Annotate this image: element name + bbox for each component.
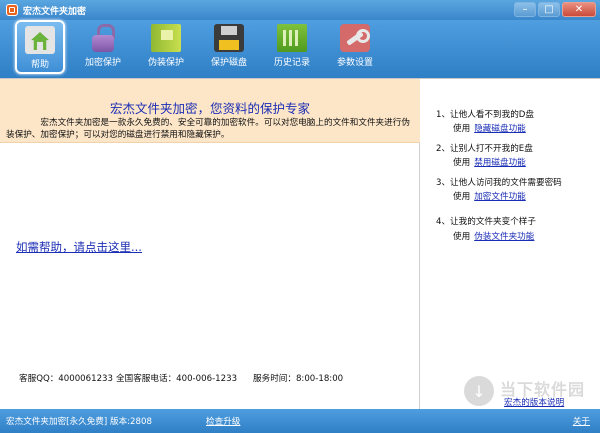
contact-qq: 客服QQ：4000061233 <box>19 374 113 384</box>
intro-title: 宏杰文件夹加密，您资料的保护专家 <box>109 101 310 116</box>
tip-link-disable-disk[interactable]: 禁用磁盘功能 <box>474 158 526 168</box>
tip-use-line: 使用 加密文件功能 <box>453 190 526 202</box>
maximize-button[interactable]: □ <box>538 2 560 17</box>
lock-icon <box>88 24 118 52</box>
tab-help[interactable]: 帮助 <box>10 20 70 76</box>
tip-question: 4、让我的文件夹变个样子 <box>436 217 536 227</box>
tip-question: 3、让他人访问我的文件需要密码 <box>436 178 562 188</box>
main-area: 宏杰文件夹加密，您资料的保护专家 宏杰文件夹加密是一款永久免费的、安全可靠的加密… <box>0 78 600 410</box>
tip-question: 1、让他人看不到我的D盘 <box>436 110 535 120</box>
check-update-link[interactable]: 检查升级 <box>206 415 240 427</box>
tip-link-disguise-folder[interactable]: 伪装文件夹功能 <box>474 232 534 242</box>
tab-disguise-protect[interactable]: 伪装保护 <box>136 20 196 76</box>
tab-label: 历史记录 <box>273 58 310 68</box>
window-title: 宏杰文件夹加密 <box>23 6 87 17</box>
tab-settings[interactable]: 参数设置 <box>325 20 385 76</box>
tip-link-encrypt-file[interactable]: 加密文件功能 <box>474 192 526 202</box>
tab-label: 伪装保护 <box>147 58 184 68</box>
tip-use-label: 使用 <box>453 232 471 242</box>
settings-wrench-icon <box>340 24 370 52</box>
version-info: 宏杰文件夹加密[永久免费] 版本:2808 <box>6 417 152 427</box>
help-link[interactable]: 如需帮助，请点击这里... <box>16 239 142 255</box>
tip-use-line: 使用 禁用磁盘功能 <box>453 156 526 168</box>
contact-hours: 服务时间：8:00-18:00 <box>253 374 344 384</box>
tab-history[interactable]: 历史记录 <box>262 20 322 76</box>
tab-label: 参数设置 <box>336 58 373 68</box>
tips-pane: 1、让他人看不到我的D盘 使用 隐藏磁盘功能 2、让别人打不开我的E盘 使用 禁用磁… <box>421 79 600 410</box>
contact-phone: 全国客服电话：400-006-1233 <box>116 374 238 384</box>
close-button[interactable]: ✕ <box>562 2 596 17</box>
intro-text: 宏杰文件夹加密是一款永久免费的、安全可靠的加密软件。可以对您电脑上的文件和文件夹… <box>6 118 410 140</box>
tip-use-line: 使用 伪装文件夹功能 <box>453 230 534 242</box>
tip-use-label: 使用 <box>453 192 471 202</box>
tab-label: 帮助 <box>30 60 49 70</box>
tab-encrypt-protect[interactable]: 加密保护 <box>73 20 133 76</box>
tip-use-label: 使用 <box>453 158 471 168</box>
tab-label: 加密保护 <box>84 58 121 68</box>
tip-link-hide-disk[interactable]: 隐藏磁盘功能 <box>474 124 526 134</box>
help-content-pane: 宏杰文件夹加密，您资料的保护专家 宏杰文件夹加密是一款永久免费的、安全可靠的加密… <box>0 79 420 410</box>
download-arrow-icon: ↓ <box>464 376 494 406</box>
disk-icon <box>214 24 244 52</box>
help-home-icon <box>25 26 55 54</box>
minimize-button[interactable]: – <box>514 2 536 17</box>
intro-banner: 宏杰文件夹加密，您资料的保护专家 宏杰文件夹加密是一款永久免费的、安全可靠的加密… <box>0 79 420 143</box>
tip-question: 2、让别人打不开我的E盘 <box>436 144 533 154</box>
version-notes-link[interactable]: 宏杰的版本说明 <box>504 396 564 408</box>
tip-use-label: 使用 <box>453 124 471 134</box>
history-icon <box>277 24 307 52</box>
tab-label: 保护磁盘 <box>210 58 247 68</box>
main-toolbar: 帮助 加密保护 伪装保护 保护磁盘 历史记录 参数设置 <box>0 20 600 78</box>
about-link[interactable]: 关于 <box>573 415 590 427</box>
app-lock-icon <box>6 4 18 16</box>
window-controls: – □ ✕ <box>514 2 596 17</box>
tip-use-line: 使用 隐藏磁盘功能 <box>453 122 526 134</box>
tab-protect-disk[interactable]: 保护磁盘 <box>199 20 259 76</box>
status-bar: 宏杰文件夹加密[永久免费] 版本:2808 检查升级 关于 <box>0 409 600 433</box>
title-bar: 宏杰文件夹加密 – □ ✕ <box>0 0 600 20</box>
disguise-book-icon <box>151 24 181 52</box>
